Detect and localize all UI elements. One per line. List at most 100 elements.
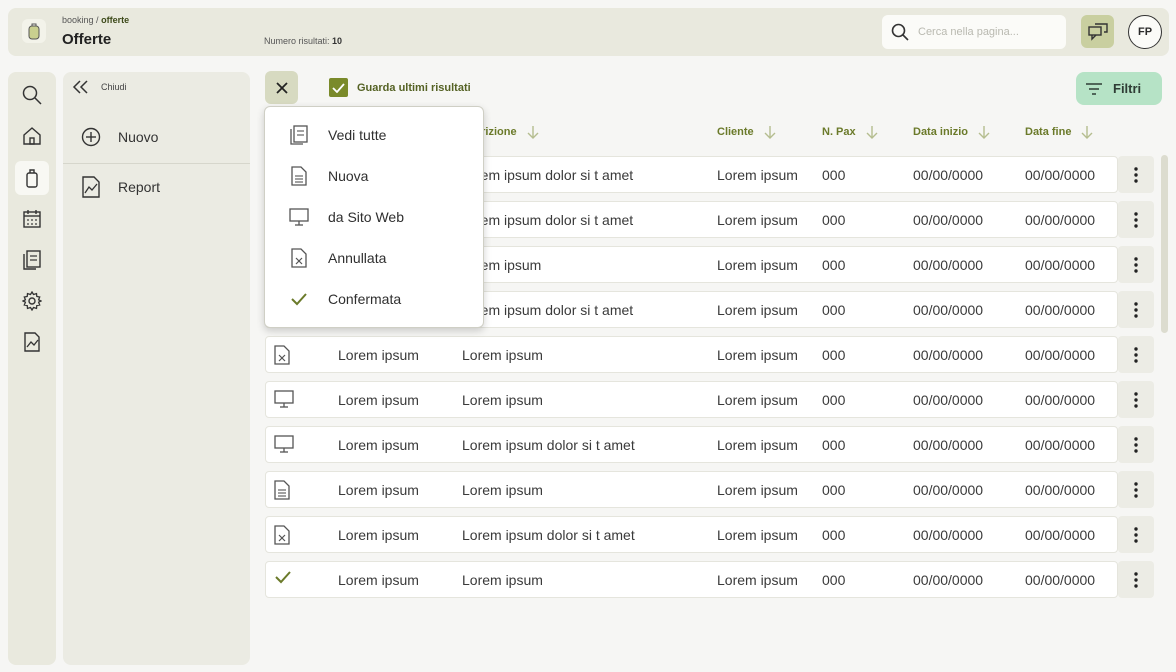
cell-description: Lorem ipsum — [462, 347, 543, 363]
dropdown-item-confermata[interactable]: Confermata — [265, 279, 483, 319]
row-actions-button[interactable] — [1118, 201, 1154, 238]
cell-client: Lorem ipsum — [717, 212, 798, 228]
table-row[interactable]: Lorem ipsum Lorem ipsum dolor si t amet Lo… — [265, 426, 1118, 463]
column-header-label: Data fine — [1025, 126, 1072, 138]
latest-results-label[interactable]: Guarda ultimi risultati — [357, 82, 471, 94]
column-header-cliente[interactable]: Cliente — [717, 125, 776, 139]
table-row[interactable]: Lorem ipsum Lorem ipsum Lorem ipsum 000 00/0… — [265, 381, 1118, 418]
cell-end-date: 00/00/0000 — [1025, 392, 1096, 408]
close-dropdown-button[interactable] — [265, 71, 298, 104]
messages-button[interactable] — [1081, 15, 1114, 48]
row-actions-button[interactable] — [1118, 471, 1154, 508]
panel-item-nuovo[interactable]: Nuovo — [63, 115, 250, 159]
search-box[interactable]: Cerca nella pagina... — [882, 15, 1066, 49]
cancelled-doc-icon — [274, 345, 290, 365]
panel-item-report[interactable]: Report — [63, 165, 250, 209]
results-value: 10 — [332, 36, 343, 46]
nav-home[interactable] — [15, 119, 49, 153]
cell-client: Lorem ipsum — [717, 392, 798, 408]
dropdown-item-vedi-tutte[interactable]: Vedi tutte — [265, 115, 483, 155]
cancelled-doc-icon — [274, 525, 290, 545]
cell-client: Lorem ipsum — [717, 347, 798, 363]
nav-settings[interactable] — [15, 284, 49, 318]
column-header-data-inizio[interactable]: Data inizio — [913, 125, 990, 139]
cell-name: Lorem ipsum — [338, 437, 419, 453]
nav-reports[interactable] — [15, 325, 49, 359]
column-header-label: Cliente — [717, 126, 754, 138]
documents-icon — [23, 250, 41, 270]
cell-pax: 000 — [822, 482, 846, 498]
cell-client: Lorem ipsum — [717, 437, 798, 453]
cell-name: Lorem ipsum — [338, 482, 419, 498]
cell-end-date: 00/00/0000 — [1025, 212, 1096, 228]
cell-client: Lorem ipsum — [717, 572, 798, 588]
cell-start-date: 00/00/0000 — [913, 212, 984, 228]
row-actions-button[interactable] — [1118, 291, 1154, 328]
check-icon — [289, 292, 309, 306]
nav-search[interactable] — [15, 78, 49, 112]
side-panel: Chiudi Nuovo Report — [63, 72, 250, 665]
panel-item-label: Report — [118, 179, 161, 195]
cell-start-date: 00/00/0000 — [913, 167, 984, 183]
document-icon — [289, 166, 309, 186]
cell-start-date: 00/00/0000 — [913, 482, 984, 498]
cell-end-date: 00/00/0000 — [1025, 437, 1096, 453]
dropdown-item-label: Nuova — [328, 168, 369, 184]
row-actions-button[interactable] — [1118, 156, 1154, 193]
cell-start-date: 00/00/0000 — [913, 572, 984, 588]
column-header-descrizione[interactable]: crizione — [475, 125, 539, 139]
dropdown-item-label: Confermata — [328, 291, 402, 307]
sort-arrow-down-icon — [866, 126, 878, 139]
cell-pax: 000 — [822, 257, 846, 273]
breadcrumb-separator: / — [96, 15, 99, 25]
cell-start-date: 00/00/0000 — [913, 527, 984, 543]
dropdown-item-nuova[interactable]: Nuova — [265, 156, 483, 196]
all-docs-icon — [289, 125, 309, 145]
breadcrumb-root[interactable]: booking — [62, 15, 94, 25]
panel-item-label: Nuovo — [118, 129, 159, 145]
more-vertical-icon — [1134, 391, 1138, 408]
column-header-data-fine[interactable]: Data fine — [1025, 125, 1093, 139]
cell-start-date: 00/00/0000 — [913, 347, 984, 363]
column-header-pax[interactable]: N. Pax — [822, 125, 878, 139]
search-icon — [22, 85, 42, 105]
more-vertical-icon — [1134, 256, 1138, 273]
nav-documents[interactable] — [15, 243, 49, 277]
table-row[interactable]: Lorem ipsum Lorem ipsum Lorem ipsum 000 00/0… — [265, 471, 1118, 508]
row-actions-button[interactable] — [1118, 336, 1154, 373]
cell-start-date: 00/00/0000 — [913, 392, 984, 408]
cell-pax: 000 — [822, 167, 846, 183]
avatar[interactable]: FP — [1128, 15, 1162, 49]
row-actions-button[interactable] — [1118, 246, 1154, 283]
cell-end-date: 00/00/0000 — [1025, 482, 1096, 498]
calendar-icon — [23, 210, 41, 228]
row-actions-button[interactable] — [1118, 381, 1154, 418]
app-logo[interactable] — [22, 19, 46, 43]
dropdown-item-annullata[interactable]: Annullata — [265, 238, 483, 278]
search-input[interactable]: Cerca nella pagina... — [918, 26, 1019, 38]
scrollbar[interactable] — [1161, 155, 1168, 333]
sort-arrow-down-icon — [527, 126, 539, 139]
close-panel-button[interactable]: Chiudi — [71, 80, 127, 94]
table-row[interactable]: Lorem ipsum Lorem ipsum Lorem ipsum 000 00/0… — [265, 561, 1118, 598]
double-chevron-left-icon — [72, 80, 88, 94]
sort-arrow-down-icon — [978, 126, 990, 139]
row-actions-button[interactable] — [1118, 516, 1154, 553]
cell-client: Lorem ipsum — [717, 527, 798, 543]
table-row[interactable]: Lorem ipsum Lorem ipsum Lorem ipsum 000 00/0… — [265, 336, 1118, 373]
row-actions-button[interactable] — [1118, 426, 1154, 463]
column-header-label: N. Pax — [822, 126, 856, 138]
cell-end-date: 00/00/0000 — [1025, 527, 1096, 543]
cell-end-date: 00/00/0000 — [1025, 167, 1096, 183]
cancelled-doc-icon — [289, 248, 309, 268]
dropdown-item-sito-web[interactable]: da Sito Web — [265, 197, 483, 237]
filter-button[interactable]: Filtri — [1076, 72, 1162, 105]
column-header-label: Data inizio — [913, 126, 969, 138]
more-vertical-icon — [1134, 571, 1138, 588]
nav-rail — [8, 72, 56, 665]
nav-bookings[interactable] — [15, 161, 49, 195]
nav-calendar[interactable] — [15, 202, 49, 236]
row-actions-button[interactable] — [1118, 561, 1154, 598]
table-row[interactable]: Lorem ipsum Lorem ipsum dolor si t amet Lo… — [265, 516, 1118, 553]
latest-results-checkbox[interactable] — [329, 78, 348, 97]
